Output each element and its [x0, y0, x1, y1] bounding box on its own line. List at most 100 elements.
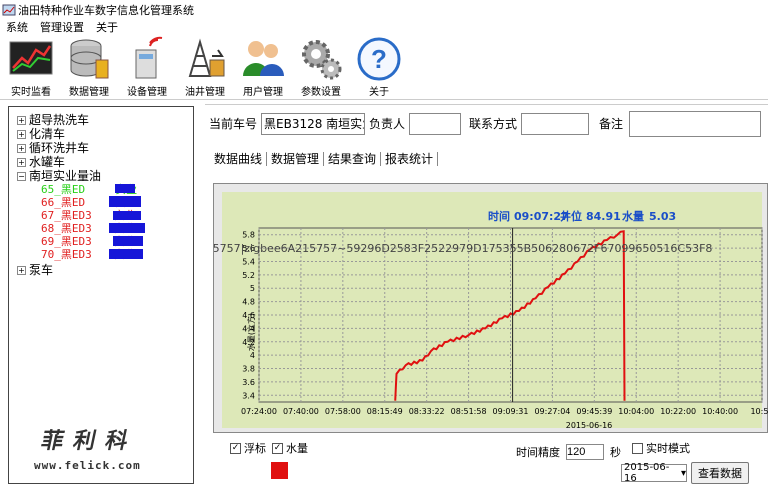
water-label: 水量 — [622, 209, 644, 223]
query-controls: 2015-06-16 ▾ 查看数据 — [621, 462, 749, 484]
water-value: 5.03 — [649, 210, 676, 223]
current-vehicle-field[interactable] — [261, 112, 366, 135]
x-tick-label: 08:15:49 — [367, 407, 403, 416]
x-tick-label: 07:40:00 — [283, 407, 319, 416]
tree-node-chemical[interactable]: + 化清车 — [17, 127, 193, 141]
redaction-mark — [113, 211, 141, 220]
tree-leaf-vehicle[interactable]: 67_黑ED3实业 — [17, 209, 193, 222]
redaction-mark — [113, 236, 143, 246]
menu-bar: 系统 管理设置 关于 — [0, 19, 768, 34]
x-tick-label: 08:51:58 — [451, 407, 487, 416]
expand-icon[interactable]: + — [17, 115, 26, 125]
tab-strip: 数据曲线 数据管理 结果查询 报表统计 — [210, 152, 439, 166]
series-color-swatch — [271, 462, 288, 479]
redaction-mark — [115, 184, 135, 193]
realtime-checkbox[interactable] — [632, 442, 643, 454]
contact-field[interactable] — [521, 112, 590, 135]
date-picker[interactable]: 2015-06-16 ▾ — [621, 462, 687, 484]
toolbar-label: 用户管理 — [243, 87, 283, 98]
oil-well-icon — [188, 38, 225, 77]
gear-icon — [302, 40, 342, 80]
window-title: 油田特种作业车数字信息化管理系统 — [18, 3, 194, 17]
x-tick-label: 10:40:00 — [702, 407, 738, 416]
note-label: 备注 — [599, 117, 624, 131]
tree-leaf-vehicle[interactable]: 65_黑ED实业 — [17, 183, 193, 196]
about-button[interactable]: ? 关于 — [350, 34, 408, 100]
device-management-button[interactable]: 设备管理 — [118, 34, 176, 100]
tree-node-nanyuan[interactable]: − 南垣实业量油 — [17, 169, 193, 183]
tree-node-circulate[interactable]: + 循环洗井车 — [17, 141, 193, 155]
realtime-monitor-button[interactable]: 实时监看 — [2, 34, 60, 100]
tree-node-pump[interactable]: + 泵车 — [17, 263, 193, 277]
note-field[interactable] — [629, 110, 762, 137]
expand-icon[interactable]: + — [17, 129, 26, 139]
x-tick-label: 07:24:00 — [241, 407, 277, 416]
toolbar-label: 实时监看 — [11, 87, 51, 98]
user-management-button[interactable]: 用户管理 — [234, 34, 292, 100]
x-tick-label: 09:09:31 — [493, 407, 529, 416]
y-tick-label: 5.4 — [242, 257, 255, 266]
x-tick-label: 09:27:04 — [534, 407, 570, 416]
precision-label: 时间精度 — [516, 446, 560, 459]
y-tick-label: 3.6 — [242, 378, 255, 387]
expand-icon[interactable]: + — [17, 143, 26, 153]
x-axis-label: 2015-06-16 — [566, 421, 613, 430]
x-tick-label: 10:04:00 — [618, 407, 654, 416]
water-volume-chart[interactable]: 3.43.63.844.24.44.64.855.25.45.65.8 07:2… — [214, 184, 768, 434]
data-management-button[interactable]: 数据管理 — [60, 34, 118, 100]
toolbar-label: 关于 — [369, 87, 389, 98]
chart-panel: 3.4 3.6 3.8 4 4.2 4.4 4.6 4.8 5 5.2 5.4 5.6 5.8 07:2… — [213, 183, 768, 433]
y-tick-label: 3.8 — [242, 365, 255, 374]
tree-leaf-vehicle[interactable]: 66_黑ED实业 — [17, 196, 193, 209]
menu-system[interactable]: 系统 — [6, 19, 28, 34]
tab-result-query[interactable]: 结果查询 — [324, 152, 382, 166]
series-toggles: ✓ 浮标 ✓ 水量 — [230, 440, 308, 456]
debug-overlay-text: gprs stateme6A215757|zigbee6A215757~5929… — [214, 242, 712, 255]
plot-background — [222, 192, 762, 428]
float-checkbox[interactable]: ✓ — [230, 442, 241, 454]
y-tick-label: 5.2 — [242, 271, 255, 280]
well-value: 84.91 — [586, 210, 621, 223]
current-vehicle-label: 当前车号 — [209, 117, 258, 131]
x-tick-label: 07:58:00 — [325, 407, 361, 416]
precision-unit: 秒 — [610, 446, 621, 459]
toolbar: 实时监看 数据管理 设备管理 油井管理 用户管理 参数设置 ? 关于 — [0, 34, 768, 100]
precision-control: 时间精度 秒 — [516, 444, 621, 460]
tab-data-management[interactable]: 数据管理 — [267, 152, 325, 166]
x-tick-label: 09:45:39 — [576, 407, 612, 416]
app-icon — [2, 4, 16, 15]
tab-report-stats[interactable]: 报表统计 — [381, 152, 439, 166]
contact-label: 联系方式 — [469, 117, 518, 131]
brand-logo: 菲利科 www.felick.com — [34, 423, 184, 475]
toolbar-label: 参数设置 — [301, 87, 341, 98]
menu-settings[interactable]: 管理设置 — [40, 19, 84, 34]
x-tick-label: 10:22:00 — [660, 407, 696, 416]
precision-input[interactable] — [566, 444, 604, 460]
chevron-down-icon: ▾ — [680, 467, 686, 479]
redaction-mark — [109, 196, 141, 207]
query-data-button[interactable]: 查看数据 — [691, 462, 749, 484]
tree-leaf-vehicle[interactable]: 70_黑ED3实业 — [17, 248, 193, 261]
collapse-icon[interactable]: − — [17, 171, 26, 181]
oil-well-management-button[interactable]: 油井管理 — [176, 34, 234, 100]
x-tick-label: 10:58 — [750, 407, 768, 416]
time-label: 时间 — [488, 209, 510, 223]
tree-node-superheat[interactable]: + 超导热洗车 — [17, 113, 193, 127]
help-icon: ? — [357, 37, 401, 81]
parameter-settings-button[interactable]: 参数设置 — [292, 34, 350, 100]
float-label: 浮标 — [244, 442, 266, 455]
tab-data-curve[interactable]: 数据曲线 — [210, 152, 268, 166]
logo-text: 菲利科 — [38, 428, 141, 454]
expand-icon[interactable]: + — [17, 157, 26, 167]
tree-node-water-tank[interactable]: + 水罐车 — [17, 155, 193, 169]
y-tick-label: 4 — [250, 351, 255, 360]
owner-field[interactable] — [409, 112, 462, 135]
water-checkbox[interactable]: ✓ — [272, 442, 283, 454]
device-icon — [135, 36, 163, 79]
menu-about[interactable]: 关于 — [96, 19, 118, 34]
expand-icon[interactable]: + — [17, 265, 26, 275]
toolbar-label: 数据管理 — [69, 87, 109, 98]
tree-leaf-vehicle[interactable]: 69_黑ED3实业 — [17, 235, 193, 248]
logo-url: www.felick.com — [34, 459, 141, 472]
tree-leaf-vehicle[interactable]: 68_黑ED3实业 — [17, 222, 193, 235]
